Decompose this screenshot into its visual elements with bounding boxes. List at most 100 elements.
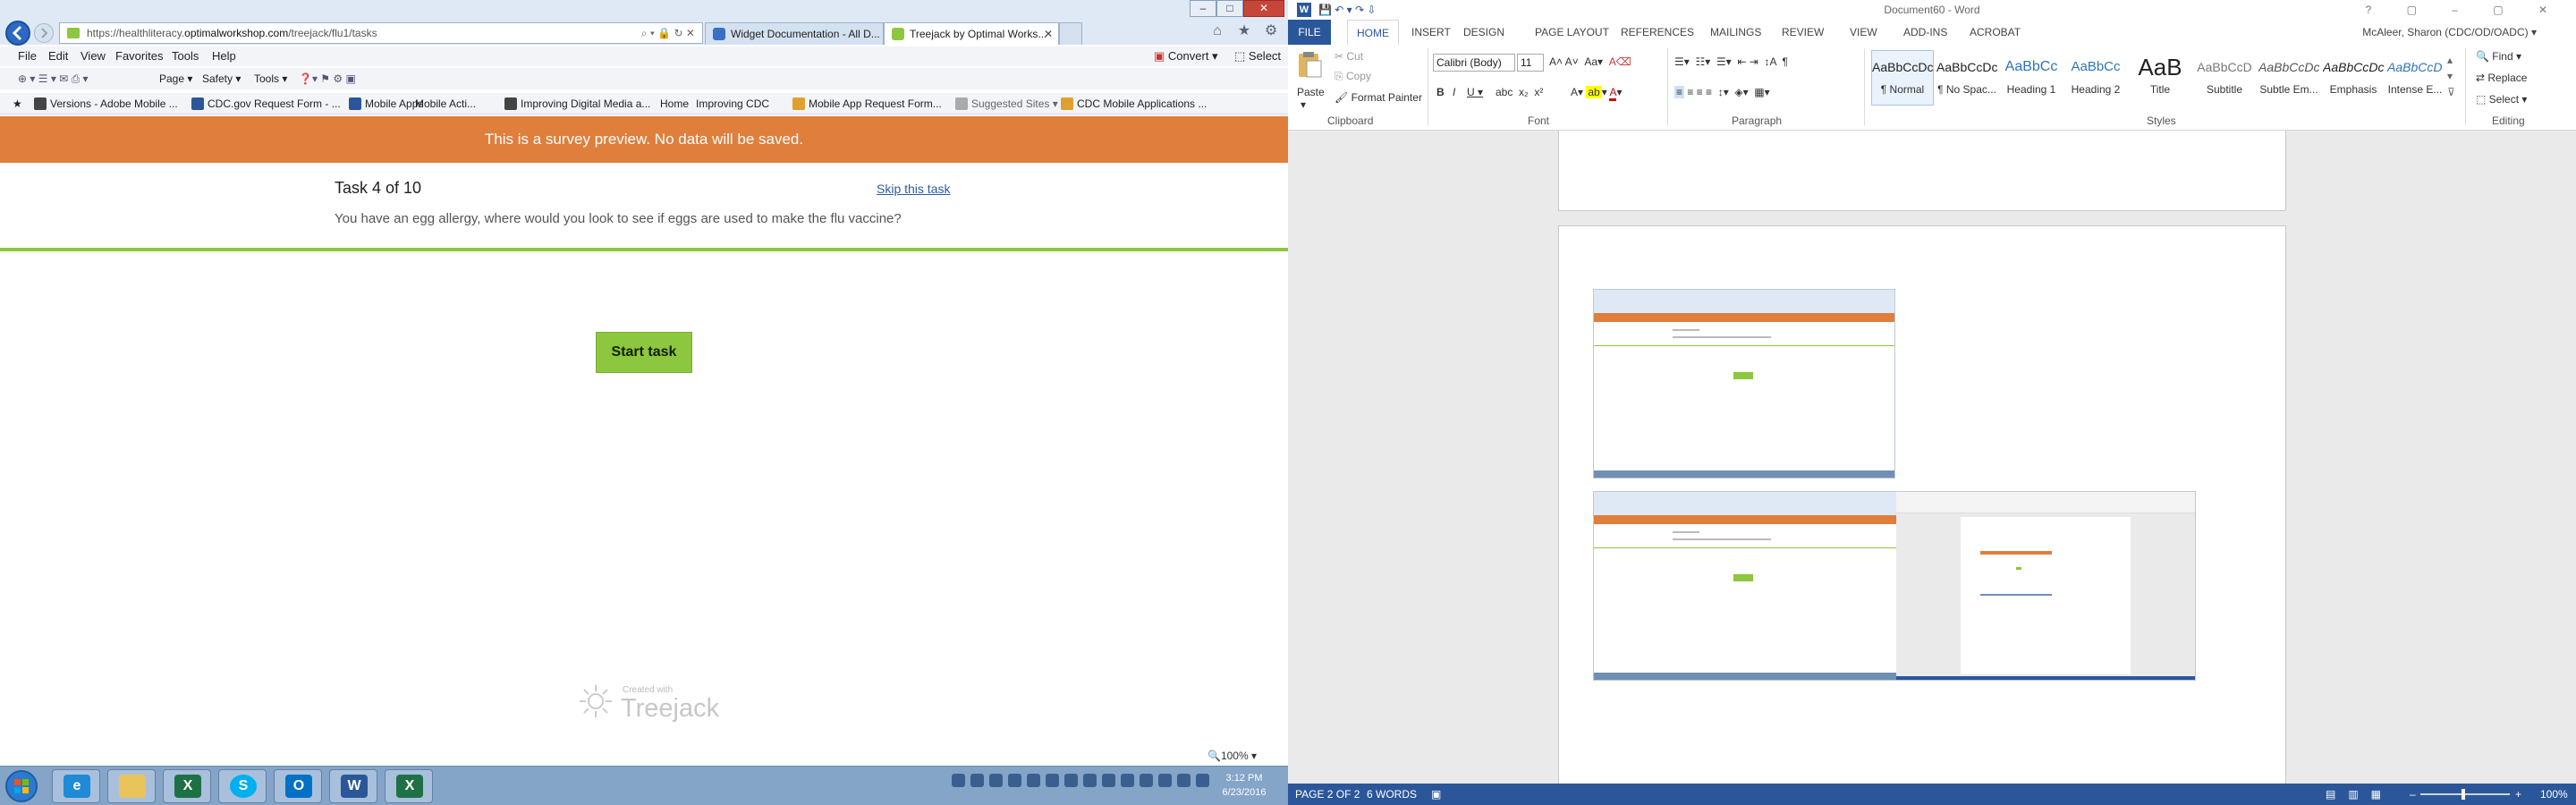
cut-button[interactable]: ✂ Cut <box>1335 50 1363 63</box>
skip-task-link[interactable]: Skip this task <box>877 182 950 196</box>
taskbar-explorer[interactable] <box>107 769 156 803</box>
word-window-controls[interactable]: ? ▢ – ▢ ✕ <box>2366 0 2563 20</box>
font-format-buttons[interactable]: abc x₂ x² <box>1496 86 1543 98</box>
tray-icon[interactable] <box>989 774 1003 787</box>
paste-dropdown-icon[interactable]: ▾ <box>1301 98 1306 111</box>
menu-view[interactable]: View <box>80 47 106 66</box>
copy-button[interactable]: ⎘ Copy <box>1335 70 1371 83</box>
font-size-buttons[interactable]: A˄ A˅ Aa▾ A⌫ <box>1549 55 1631 68</box>
favorite-item[interactable]: Mobile Acti... <box>415 93 476 114</box>
style-heading-2[interactable]: AaBbCc Heading 2 <box>2064 50 2127 106</box>
tab-references[interactable]: REFERENCES <box>1621 20 1694 45</box>
tray-icon[interactable] <box>1140 774 1153 787</box>
close-button[interactable]: ✕ <box>1243 0 1284 17</box>
tray-icon[interactable] <box>1008 774 1021 787</box>
command-icons[interactable]: ⊕ ▾ ☰ ▾ ✉ ⎙ ▾ <box>18 68 89 89</box>
paste-button[interactable] <box>1295 50 1331 86</box>
home-icon[interactable]: ⌂ <box>1209 23 1225 39</box>
view-buttons[interactable]: ▤▥▦ <box>2326 784 2394 805</box>
embedded-screenshot[interactable] <box>1593 289 1895 479</box>
favorite-item[interactable]: Versions - Adobe Mobile ... <box>34 93 178 114</box>
style-normal[interactable]: AaBbCcDc ¶ Normal <box>1871 50 1934 106</box>
tray-icon[interactable] <box>1121 774 1134 787</box>
menu-edit[interactable]: Edit <box>48 47 68 66</box>
tab-view[interactable]: VIEW <box>1850 20 1877 45</box>
tab-widget-documentation[interactable]: Widget Documentation - All D... <box>705 22 884 45</box>
tray-icon[interactable] <box>1158 774 1172 787</box>
underline-button[interactable]: U ▾ <box>1467 86 1483 98</box>
style-subtle-emphasis[interactable]: AaBbCcDc Subtle Em... <box>2258 50 2320 106</box>
tab-mailings[interactable]: MAILINGS <box>1710 20 1761 45</box>
zoom-in-button[interactable]: + <box>2515 784 2521 805</box>
bold-button[interactable]: B <box>1436 86 1445 98</box>
tab-home[interactable]: HOME <box>1347 20 1399 46</box>
font-name-box[interactable]: Calibri (Body) <box>1433 54 1515 72</box>
style-intense-emphasis[interactable]: AaBbCcDc Intense E... <box>2386 50 2444 106</box>
style-no-spacing[interactable]: AaBbCcDc ¶ No Spac... <box>1936 50 1998 106</box>
forward-button[interactable] <box>34 23 54 43</box>
style-title[interactable]: AaB Title <box>2129 50 2191 106</box>
taskbar-skype[interactable]: S <box>218 769 267 803</box>
help-icon[interactable]: ❓▾ ⚑ ⚙ ▣ <box>299 68 356 89</box>
command-safety[interactable]: Safety ▾ <box>202 68 241 89</box>
style-heading-1[interactable]: AaBbCc Heading 1 <box>2000 50 2063 106</box>
styles-scroll-icons[interactable]: ▴ ▾ ⊽ <box>2447 52 2455 100</box>
tray-icon[interactable] <box>1196 774 1209 787</box>
tray-icon[interactable] <box>1064 774 1078 787</box>
start-task-button[interactable]: Start task <box>596 332 692 373</box>
favorites-star-icon[interactable]: ★ <box>13 93 22 114</box>
tab-review[interactable]: REVIEW <box>1782 20 1824 45</box>
favorite-item[interactable]: CDC Mobile Applications ... <box>1061 93 1207 114</box>
zoom-out-button[interactable]: – <box>2410 784 2416 805</box>
gear-icon[interactable]: ⚙ <box>1263 23 1279 39</box>
italic-button[interactable]: I <box>1453 86 1455 98</box>
menu-favorites[interactable]: Favorites <box>115 47 163 66</box>
favorites-star-icon[interactable]: ★ <box>1236 23 1252 39</box>
tray-icon[interactable] <box>1046 774 1059 787</box>
proofing-icon[interactable]: ▣ <box>1431 784 1441 805</box>
tray-icon[interactable] <box>1177 774 1191 787</box>
favorite-item[interactable]: Mobile Apps <box>349 93 423 114</box>
style-subtitle[interactable]: AaBbCcD Subtitle <box>2193 50 2256 106</box>
command-tools[interactable]: Tools ▾ <box>254 68 287 89</box>
taskbar-ie[interactable]: e <box>52 769 100 803</box>
back-button[interactable] <box>5 21 30 46</box>
favorite-item[interactable]: Suggested Sites ▾ <box>955 93 1058 114</box>
maximize-button[interactable]: □ <box>1216 0 1243 17</box>
tab-page-layout[interactable]: PAGE LAYOUT <box>1535 20 1609 45</box>
page-count[interactable]: PAGE 2 OF 2 <box>1295 784 1360 805</box>
account-name[interactable]: McAleer, Sharon (CDC/OD/OADC) ▾ <box>2362 20 2537 45</box>
menu-help[interactable]: Help <box>212 47 236 66</box>
favorite-item[interactable]: Home <box>660 93 689 114</box>
select-menu-button[interactable]: ⬚ Select ▾ <box>2476 93 2527 106</box>
embedded-screenshot[interactable] <box>1593 491 2196 681</box>
command-page[interactable]: Page ▾ <box>159 68 192 89</box>
tray-icon[interactable] <box>970 774 984 787</box>
taskbar-excel[interactable]: X <box>163 769 211 803</box>
address-bar[interactable]: https://healthliteracy.optimalworkshop.c… <box>59 22 703 44</box>
taskbar-outlook[interactable]: O <box>274 769 322 803</box>
zoom-slider[interactable] <box>2420 793 2510 795</box>
tab-acrobat[interactable]: ACROBAT <box>1970 20 2021 45</box>
font-size-box[interactable]: 11 <box>1517 54 1544 72</box>
start-button[interactable] <box>5 770 38 802</box>
favorite-item[interactable]: CDC.gov Request Form - ... <box>191 93 341 114</box>
replace-button[interactable]: ⇄ Replace <box>2476 72 2527 84</box>
alignment-buttons[interactable]: ≡ ≡ ≡ ≡ ↕▾ ◈▾ ▦▾ <box>1674 86 1770 98</box>
word-zoom-level[interactable]: 100% <box>2540 784 2568 805</box>
convert-button[interactable]: ▣ Convert ▾ <box>1154 47 1218 66</box>
favorite-item[interactable]: Improving Digital Media a... <box>504 93 650 114</box>
favorite-item[interactable]: Mobile App Request Form... <box>792 93 942 114</box>
font-color-buttons[interactable]: A▾ ab ▾ A▾ <box>1571 86 1622 101</box>
tab-file[interactable]: FILE <box>1288 20 1331 45</box>
tab-add-ins[interactable]: ADD-INS <box>1903 20 1947 45</box>
list-buttons[interactable]: ☰▾ ☷▾ ☰▾ ⇤ ⇥ ↕A ¶ <box>1674 55 1788 68</box>
taskbar-excel-2[interactable]: X <box>385 769 433 803</box>
menu-file[interactable]: File <box>18 47 37 66</box>
zoom-level[interactable]: 🔍100% ▾ <box>1208 750 1257 762</box>
tray-icon[interactable] <box>1102 774 1115 787</box>
tab-design[interactable]: DESIGN <box>1463 20 1504 45</box>
document-page-2[interactable] <box>1558 225 2286 805</box>
tab-insert[interactable]: INSERT <box>1411 20 1451 45</box>
menu-tools[interactable]: Tools <box>172 47 199 66</box>
